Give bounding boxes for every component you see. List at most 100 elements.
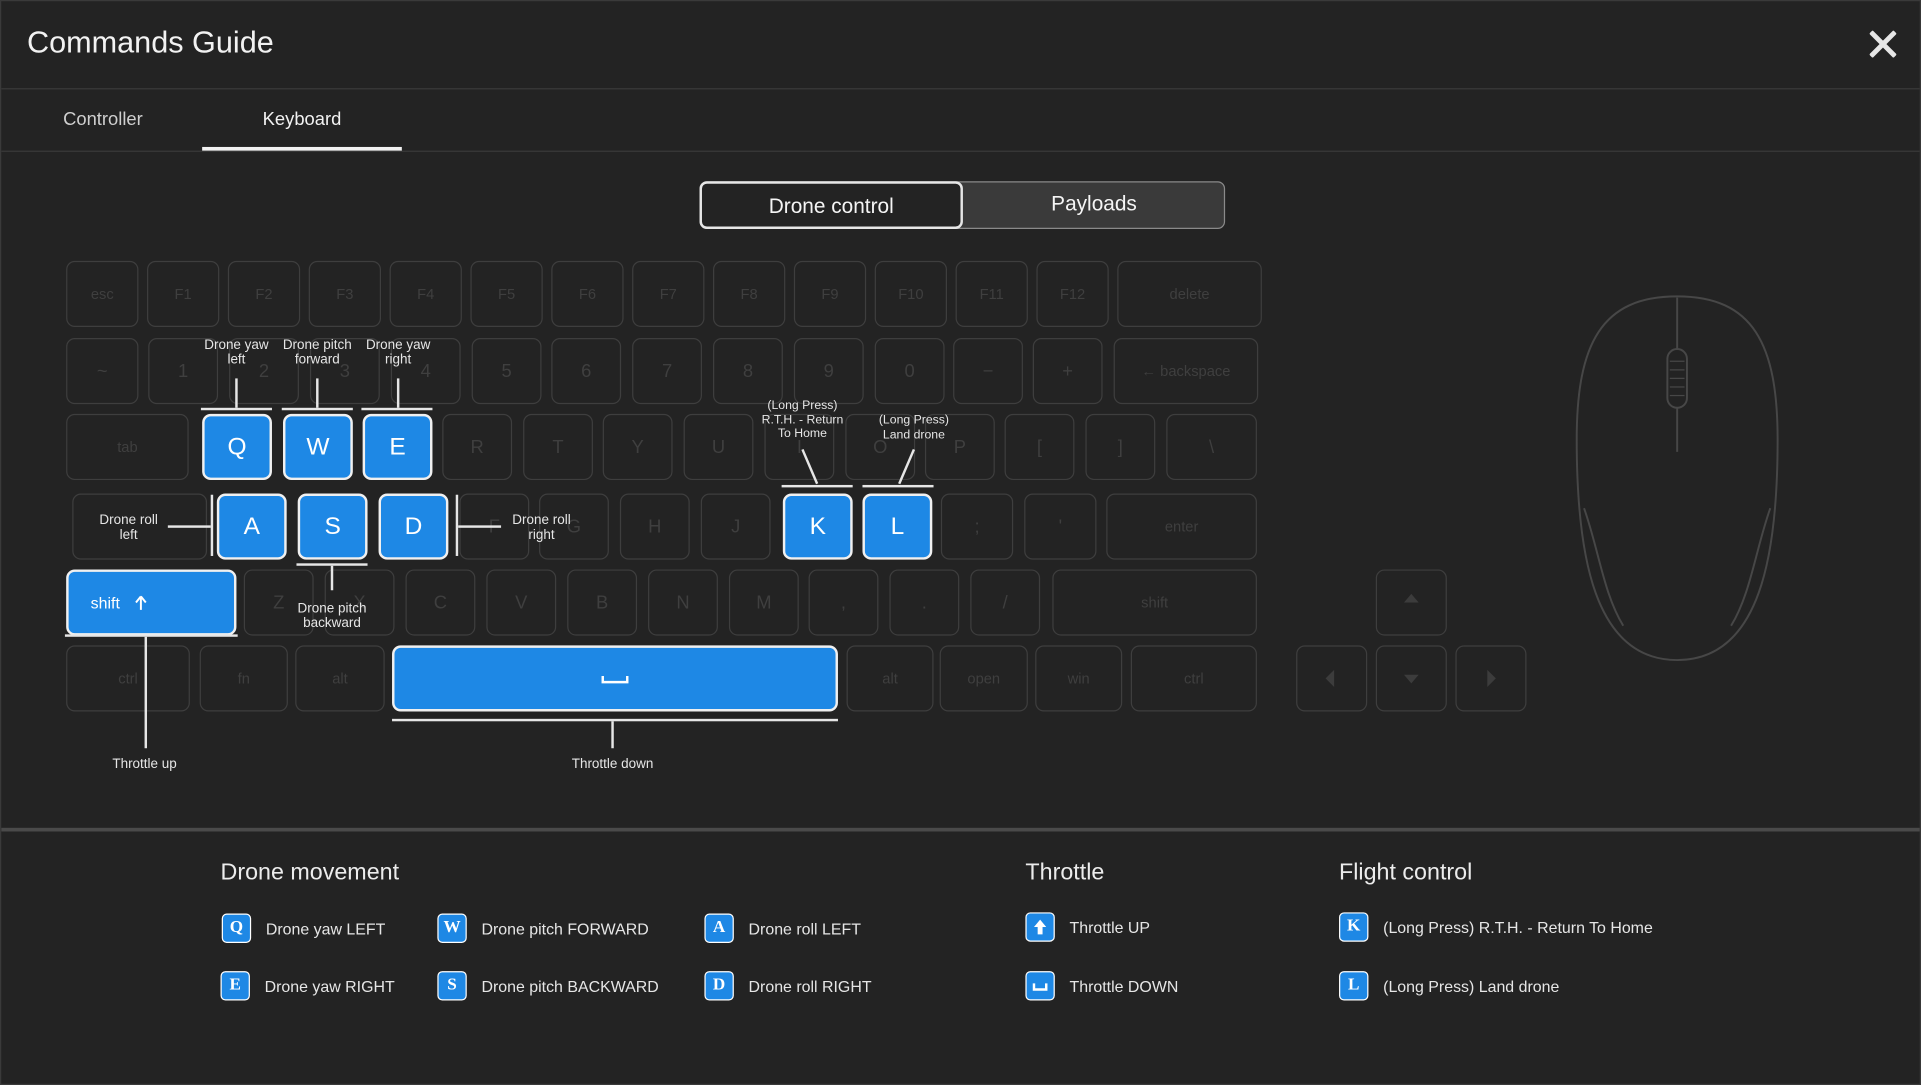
close-icon[interactable] <box>1861 23 1905 67</box>
key-y: Y <box>602 413 673 481</box>
annotation-roll-right: Drone roll right <box>512 513 571 543</box>
key-badge-w: W <box>437 913 467 943</box>
key-w[interactable]: W <box>282 413 353 481</box>
key-space[interactable] <box>392 645 838 712</box>
space-icon <box>1025 971 1055 1001</box>
dialog-title: Commands Guide <box>26 25 274 61</box>
key-m: M <box>728 569 799 636</box>
key-0: 0 <box>874 337 945 405</box>
key-n: N <box>648 569 718 636</box>
legend-title-flight: Flight control <box>1339 859 1473 886</box>
annotation-line <box>862 484 934 488</box>
key-open-right: open <box>939 645 1028 712</box>
key-badge-e: E <box>220 971 250 1001</box>
annotation-line <box>200 407 272 411</box>
key-q[interactable]: Q <box>202 413 272 481</box>
annotation-line <box>281 407 353 411</box>
legend-title-movement: Drone movement <box>220 859 400 886</box>
arrow-down-icon <box>1403 674 1419 684</box>
annotation-yaw-right: Drone yaw right <box>365 337 431 368</box>
key-arrow-right <box>1455 645 1527 712</box>
payloads-button[interactable]: Payloads <box>963 181 1225 229</box>
key-badge-a: A <box>704 913 734 943</box>
tab-bar: Controller Keyboard <box>1 89 1920 152</box>
key-backspace: ← backspace <box>1113 337 1259 405</box>
key-h: H <box>619 493 690 560</box>
commands-guide-dialog: Commands Guide Controller Keyboard Drone… <box>0 0 1921 1085</box>
arrow-up-icon <box>1403 593 1419 603</box>
key-fn: fn <box>199 645 288 712</box>
space-icon <box>601 675 629 684</box>
key-5: 5 <box>471 337 542 405</box>
key-shift[interactable]: shift <box>66 569 237 636</box>
arrow-right-icon <box>1487 669 1496 688</box>
key-9: 9 <box>793 337 864 405</box>
key-s[interactable]: S <box>297 493 368 560</box>
annotation-return-home: (Long Press) R.T.H. - Return To Home <box>761 399 844 441</box>
arrow-left-icon <box>1325 669 1335 688</box>
annotation-line <box>144 636 148 749</box>
key-7: 7 <box>632 337 702 405</box>
annotation-yaw-left: Drone yaw left <box>204 337 269 368</box>
key-arrow-up <box>1375 569 1447 636</box>
legend-item: Q Drone yaw LEFT <box>221 913 385 943</box>
key-f3: F3 <box>308 260 382 327</box>
key-l[interactable]: L <box>862 493 933 560</box>
key-k[interactable]: K <box>782 493 853 560</box>
key-d[interactable]: D <box>378 493 449 560</box>
key-f6: F6 <box>551 260 624 327</box>
key-symbol: ] <box>1085 413 1156 481</box>
shift-label: shift <box>90 593 120 612</box>
legend-item: Throttle UP <box>1025 912 1151 942</box>
annotation-line <box>392 718 838 722</box>
key-esc: esc <box>66 260 139 327</box>
key-e[interactable]: E <box>362 413 433 481</box>
legend-item: D Drone roll RIGHT <box>704 971 872 1001</box>
legend-item: L (Long Press) Land drone <box>1339 971 1559 1001</box>
key-alt-right: alt <box>846 645 934 712</box>
key-enter: enter <box>1106 493 1257 560</box>
key-symbol: , <box>808 569 879 636</box>
annotation-pitch-backward: Drone pitch backward <box>297 601 367 631</box>
drone-control-button[interactable]: Drone control <box>699 181 963 230</box>
key-f2: F2 <box>227 260 301 327</box>
mouse-icon <box>1575 295 1779 662</box>
key-f4: F4 <box>389 260 462 327</box>
key-symbol: / <box>970 569 1041 636</box>
annotation-line <box>210 494 214 556</box>
key-symbol: [ <box>1004 413 1075 481</box>
key-f9: F9 <box>793 260 867 327</box>
key-f11: F11 <box>955 260 1028 327</box>
key-b: B <box>567 569 638 636</box>
legend-text: Throttle UP <box>1069 917 1151 937</box>
key-r: R <box>442 413 513 481</box>
legend-text: Drone pitch BACKWARD <box>481 976 659 995</box>
tab-keyboard[interactable]: Keyboard <box>202 89 402 151</box>
arrow-up-icon <box>135 595 147 610</box>
key-6: 6 <box>551 337 622 405</box>
key-ctrl: ctrl <box>66 645 190 712</box>
key-symbol: ; <box>940 493 1014 560</box>
annotation-line <box>235 378 238 408</box>
key-badge-q: Q <box>221 913 252 943</box>
annotation-throttle-up: Throttle up <box>112 756 177 772</box>
key-8: 8 <box>713 337 783 405</box>
legend-item: W Drone pitch FORWARD <box>437 913 649 943</box>
legend-item: A Drone roll LEFT <box>704 913 861 943</box>
tab-controller[interactable]: Controller <box>23 89 182 150</box>
annotation-line <box>316 378 319 408</box>
dialog-header: Commands Guide <box>1 1 1920 90</box>
key-t: T <box>523 413 593 481</box>
annotation-line <box>64 634 238 637</box>
legend-text: Drone pitch FORWARD <box>481 919 649 938</box>
legend-item: E Drone yaw RIGHT <box>220 971 395 1001</box>
key-delete: delete <box>1117 260 1262 327</box>
arrow-up-icon <box>1025 912 1055 942</box>
key-c: C <box>405 569 476 636</box>
key-badge-k: K <box>1339 912 1369 942</box>
legend-text: (Long Press) R.T.H. - Return To Home <box>1383 917 1653 937</box>
key-a[interactable]: A <box>216 493 287 560</box>
mode-toggle: Drone control Payloads <box>699 181 1226 230</box>
legend-item: S Drone pitch BACKWARD <box>437 971 659 1001</box>
key-symbol: ~ <box>66 337 139 405</box>
